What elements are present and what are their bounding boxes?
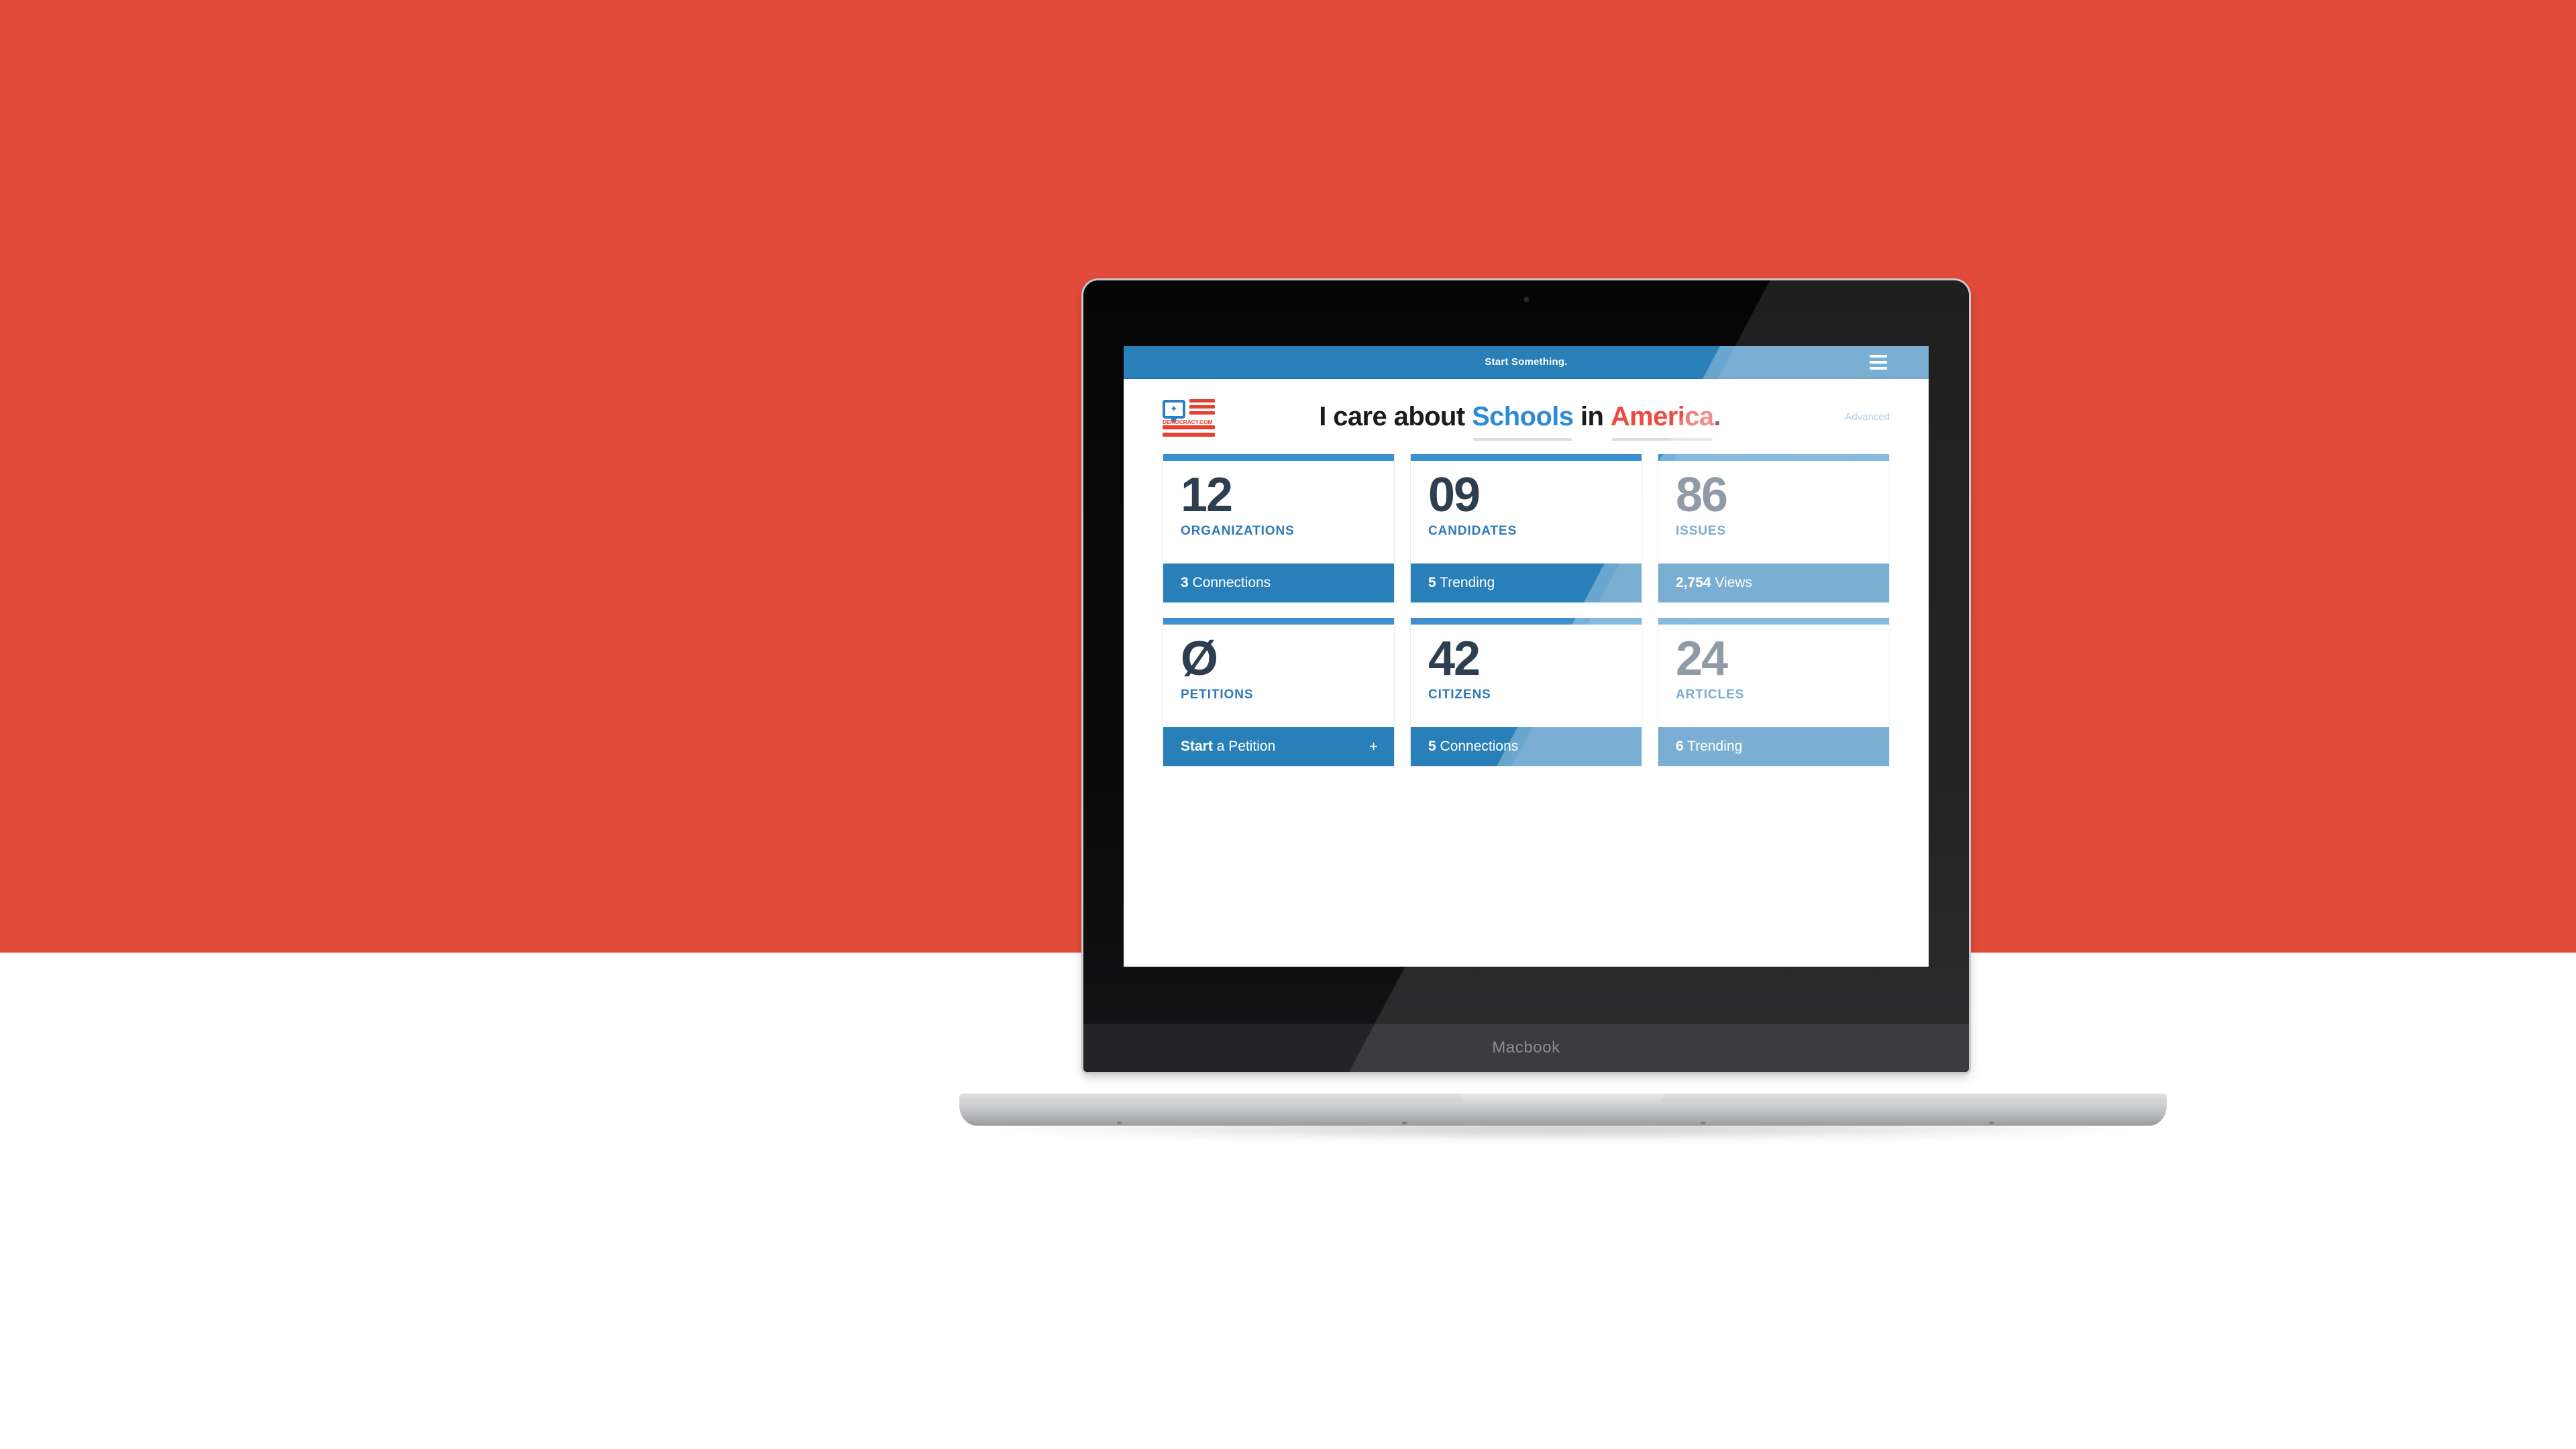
card-body: 86 ISSUES: [1658, 461, 1889, 564]
card-accent-bar: [1658, 618, 1889, 625]
camera-icon: [1523, 297, 1529, 303]
laptop-foot: [1989, 1122, 1994, 1124]
card-label: ARTICLES: [1676, 688, 1745, 702]
laptop-foot: [1402, 1122, 1407, 1124]
card-footer-text: Start a Petition: [1181, 739, 1275, 755]
card-body: 09 CANDIDATES: [1411, 461, 1642, 564]
card-accent-bar: [1411, 454, 1642, 461]
flag-stripe: [1163, 433, 1215, 437]
card-footer-rest: Connections: [1440, 739, 1519, 754]
card-footer-rest: Trending: [1687, 739, 1743, 754]
card-body: 24 ARTICLES: [1658, 625, 1889, 727]
stat-card-organizations[interactable]: 12 ORGANIZATIONS 3 Connections: [1163, 454, 1395, 603]
card-footer-lead: 5: [1428, 575, 1436, 590]
card-footer-action[interactable]: 2,754 Views: [1658, 564, 1889, 602]
phrase-prefix: I care about: [1319, 401, 1465, 431]
card-footer-lead: Start: [1181, 739, 1213, 754]
hamburger-bar: [1870, 366, 1887, 370]
card-footer-lead: 5: [1428, 739, 1436, 754]
star-icon: ✦: [1170, 403, 1178, 414]
stat-card-articles[interactable]: 24 ARTICLES 6 Trending: [1658, 618, 1890, 767]
card-footer-text: 5 Trending: [1428, 575, 1495, 591]
card-number: 12: [1181, 468, 1233, 522]
place-underline: [1611, 437, 1713, 441]
card-number: 42: [1428, 632, 1481, 686]
card-number: 86: [1676, 468, 1728, 522]
site-topbar: Start Something.: [1124, 346, 1929, 379]
card-footer-lead: 2,754: [1676, 575, 1711, 590]
start-petition-button[interactable]: Start a Petition +: [1163, 727, 1394, 766]
hamburger-bar: [1870, 354, 1887, 358]
card-footer-text: 5 Connections: [1428, 739, 1518, 755]
laptop-mockup: Start Something. ✦ DEMOCRACY.COM I care …: [959, 280, 2167, 1146]
card-footer-lead: 6: [1676, 739, 1684, 754]
card-footer-rest: Connections: [1192, 575, 1271, 590]
card-footer-action[interactable]: 5 Trending: [1411, 564, 1642, 602]
card-body: Ø PETITIONS: [1163, 625, 1394, 727]
card-accent-bar: [1658, 454, 1889, 461]
card-footer-text: 2,754 Views: [1676, 575, 1752, 591]
card-number: 24: [1676, 632, 1728, 686]
search-row: ✦ DEMOCRACY.COM I care about Schools in …: [1124, 379, 1929, 454]
flag-stripe: [1189, 399, 1215, 402]
card-label: CANDIDATES: [1428, 524, 1517, 539]
phrase-period: .: [1713, 401, 1721, 431]
browser-viewport: Start Something. ✦ DEMOCRACY.COM I care …: [1124, 346, 1929, 967]
topic-token[interactable]: Schools: [1472, 401, 1574, 441]
card-footer-lead: 3: [1181, 575, 1189, 590]
card-number: 09: [1428, 468, 1481, 522]
laptop-base: [959, 1093, 2167, 1126]
stat-card-citizens[interactable]: 42 CITIZENS 5 Connections: [1410, 618, 1642, 767]
phrase-connector: in: [1580, 401, 1604, 431]
hamburger-bar: [1870, 360, 1887, 364]
hamburger-menu-icon[interactable]: [1870, 354, 1887, 370]
card-footer-action[interactable]: 6 Trending: [1658, 727, 1889, 766]
search-phrase: I care about Schools in America.: [1215, 401, 1825, 441]
topic-underline: [1473, 437, 1572, 441]
flag-stripe: [1189, 411, 1215, 415]
card-body: 42 CITIZENS: [1411, 625, 1642, 727]
card-number: Ø: [1181, 632, 1218, 686]
card-footer-rest: Views: [1715, 575, 1753, 590]
card-footer-text: 6 Trending: [1676, 739, 1742, 755]
card-label: PETITIONS: [1181, 688, 1254, 702]
card-footer-action[interactable]: 3 Connections: [1163, 564, 1394, 602]
stat-card-petitions[interactable]: Ø PETITIONS Start a Petition +: [1163, 618, 1395, 767]
plus-icon[interactable]: +: [1369, 739, 1378, 754]
card-label: CITIZENS: [1428, 688, 1491, 702]
topbar-tagline: Start Something.: [1485, 356, 1568, 368]
place-value: America: [1610, 401, 1714, 431]
stat-card-candidates[interactable]: 09 CANDIDATES 5 Trending: [1410, 454, 1642, 603]
stat-card-issues[interactable]: 86 ISSUES 2,754 Views: [1658, 454, 1890, 603]
democracy-logo[interactable]: ✦ DEMOCRACY.COM: [1163, 398, 1215, 437]
flag-stripe: [1163, 425, 1215, 429]
place-token[interactable]: America: [1610, 401, 1714, 441]
card-accent-bar: [1163, 454, 1394, 461]
logo-wordmark: DEMOCRACY.COM: [1163, 419, 1213, 425]
card-accent-bar: [1163, 618, 1394, 625]
advanced-search-link[interactable]: Advanced: [1845, 411, 1890, 423]
stat-card-grid: 12 ORGANIZATIONS 3 Connections 09 CANDID…: [1124, 454, 1929, 767]
flag-stripe: [1189, 405, 1215, 409]
laptop-base-body: [959, 1102, 2167, 1126]
laptop-foot: [1117, 1122, 1122, 1124]
laptop-foot: [1701, 1122, 1705, 1124]
card-label: ORGANIZATIONS: [1181, 524, 1295, 539]
card-label: ISSUES: [1676, 524, 1727, 539]
laptop-screen-lid: Start Something. ✦ DEMOCRACY.COM I care …: [1083, 280, 1969, 1072]
laptop-brand-label: Macbook: [1492, 1038, 1560, 1057]
topic-value: Schools: [1472, 401, 1574, 431]
card-footer-rest: a Petition: [1216, 739, 1276, 754]
speech-bubble-icon: ✦: [1163, 400, 1185, 423]
card-footer-text: 3 Connections: [1181, 575, 1271, 591]
card-body: 12 ORGANIZATIONS: [1163, 461, 1394, 564]
card-footer-rest: Trending: [1440, 575, 1495, 590]
laptop-brand-strip: Macbook: [1083, 1024, 1969, 1072]
card-accent-bar: [1411, 618, 1642, 625]
card-footer-action[interactable]: 5 Connections: [1411, 727, 1642, 766]
